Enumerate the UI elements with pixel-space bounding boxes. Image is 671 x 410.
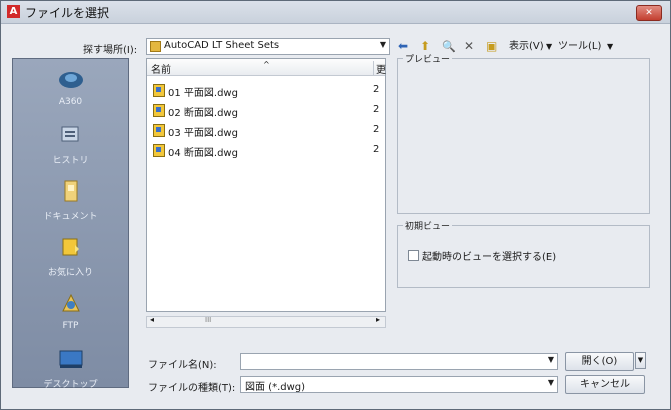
initial-view-group: 初期ビュー 起動時のビューを選択する(E) bbox=[397, 219, 650, 288]
file-row[interactable]: 01 平面図.dwg 2 bbox=[147, 81, 385, 99]
scroll-right-icon[interactable]: ▸ bbox=[376, 315, 380, 324]
open-button[interactable]: 開く(O) bbox=[565, 352, 634, 371]
column-header-row: 名前 ^ 更 bbox=[147, 59, 386, 76]
place-desktop[interactable]: デスクトップ bbox=[13, 345, 128, 401]
cloud-icon bbox=[59, 72, 83, 88]
tools-chevron-icon: ▼ bbox=[607, 42, 614, 51]
history-icon bbox=[61, 126, 79, 142]
file-date: 2 bbox=[373, 124, 380, 135]
look-in-label: 探す場所(I): bbox=[83, 45, 138, 56]
place-documents[interactable]: ドキュメント bbox=[13, 177, 128, 233]
folder-icon bbox=[150, 41, 161, 52]
desktop-icon bbox=[59, 350, 83, 368]
chevron-down-icon: ▼ bbox=[379, 40, 386, 49]
dwg-file-icon bbox=[153, 144, 165, 157]
preview-label: プレビュー bbox=[403, 52, 453, 65]
new-folder-icon[interactable]: ▣ bbox=[486, 39, 497, 54]
chevron-down-icon: ▼ bbox=[547, 378, 554, 387]
cancel-button[interactable]: キャンセル bbox=[565, 375, 645, 394]
file-row[interactable]: 03 平面図.dwg 2 bbox=[147, 121, 385, 139]
tools-menu[interactable]: ツール(L) bbox=[558, 39, 601, 54]
sort-arrow-icon: ^ bbox=[263, 60, 270, 69]
scroll-left-icon[interactable]: ◂ bbox=[150, 315, 154, 324]
place-favorites[interactable]: お気に入り bbox=[13, 233, 128, 289]
look-in-dropdown[interactable]: AutoCAD LT Sheet Sets ▼ bbox=[146, 38, 390, 55]
column-header-date[interactable]: 更 bbox=[373, 61, 386, 76]
file-type-dropdown[interactable]: 図面 (*.dwg) ▼ bbox=[240, 376, 558, 393]
dwg-file-icon bbox=[153, 104, 165, 117]
place-label: ヒストリ bbox=[52, 156, 89, 166]
autocad-app-icon: A bbox=[7, 5, 20, 18]
favorites-icon bbox=[62, 238, 79, 256]
file-date: 2 bbox=[373, 144, 380, 155]
place-label: FTP bbox=[62, 321, 79, 331]
place-label: デスクトップ bbox=[43, 380, 98, 390]
file-row[interactable]: 04 断面図.dwg 2 bbox=[147, 141, 385, 159]
dwg-file-icon bbox=[153, 124, 165, 137]
file-row[interactable]: 02 断面図.dwg 2 bbox=[147, 101, 385, 119]
file-date: 2 bbox=[373, 84, 380, 95]
place-history[interactable]: ヒストリ bbox=[13, 121, 128, 177]
column-header-name[interactable]: 名前 bbox=[151, 61, 171, 76]
select-initial-view-label: 起動時のビューを選択する(E) bbox=[422, 252, 557, 263]
horizontal-scrollbar[interactable]: ◂ III ▸ bbox=[146, 315, 386, 328]
views-menu[interactable]: 表示(V) bbox=[509, 39, 544, 54]
file-name: 01 平面図.dwg bbox=[168, 88, 238, 99]
look-in-value: AutoCAD LT Sheet Sets bbox=[164, 40, 280, 51]
initial-view-label: 初期ビュー bbox=[403, 219, 453, 232]
file-type-label: ファイルの種類(T): bbox=[148, 383, 236, 394]
file-name: 04 断面図.dwg bbox=[168, 148, 238, 159]
close-button[interactable]: ✕ bbox=[636, 5, 662, 21]
ftp-icon bbox=[62, 293, 80, 312]
place-ftp[interactable]: FTP bbox=[13, 289, 128, 345]
dwg-file-icon bbox=[153, 84, 165, 97]
preview-group: プレビュー bbox=[397, 52, 650, 214]
file-type-value: 図面 (*.dwg) bbox=[245, 382, 306, 393]
place-a360[interactable]: A360 bbox=[13, 65, 128, 121]
documents-icon bbox=[64, 180, 78, 202]
file-dialog: A ファイルを選択 ✕ 探す場所(I): AutoCAD LT Sheet Se… bbox=[0, 0, 671, 410]
file-name-input[interactable]: ▼ bbox=[240, 353, 558, 370]
select-initial-view-checkbox[interactable] bbox=[408, 250, 419, 261]
places-bar: A360 ヒストリ ドキュメント お気に入り FTP デスクトップ bbox=[12, 58, 129, 390]
file-name: 02 断面図.dwg bbox=[168, 108, 238, 119]
place-label: A360 bbox=[58, 97, 83, 107]
place-label: ドキュメント bbox=[43, 212, 98, 222]
file-name-label: ファイル名(N): bbox=[148, 360, 217, 371]
file-list-panel: 名前 ^ 更 01 平面図.dwg 2 02 断面図.dwg 2 03 平面図.… bbox=[146, 58, 386, 386]
views-chevron-icon: ▼ bbox=[546, 42, 553, 51]
place-label: お気に入り bbox=[47, 268, 93, 278]
file-date: 2 bbox=[373, 104, 380, 115]
chevron-down-icon[interactable]: ▼ bbox=[548, 355, 554, 364]
dialog-title: ファイルを選択 bbox=[25, 6, 110, 20]
open-options-button[interactable]: ▼ bbox=[635, 352, 646, 369]
title-bar: A ファイルを選択 ✕ bbox=[1, 1, 670, 24]
delete-icon[interactable]: ✕ bbox=[464, 39, 474, 54]
scroll-thumb[interactable]: III bbox=[205, 316, 211, 324]
file-list[interactable]: 名前 ^ 更 01 平面図.dwg 2 02 断面図.dwg 2 03 平面図.… bbox=[146, 58, 386, 312]
file-name: 03 平面図.dwg bbox=[168, 128, 238, 139]
